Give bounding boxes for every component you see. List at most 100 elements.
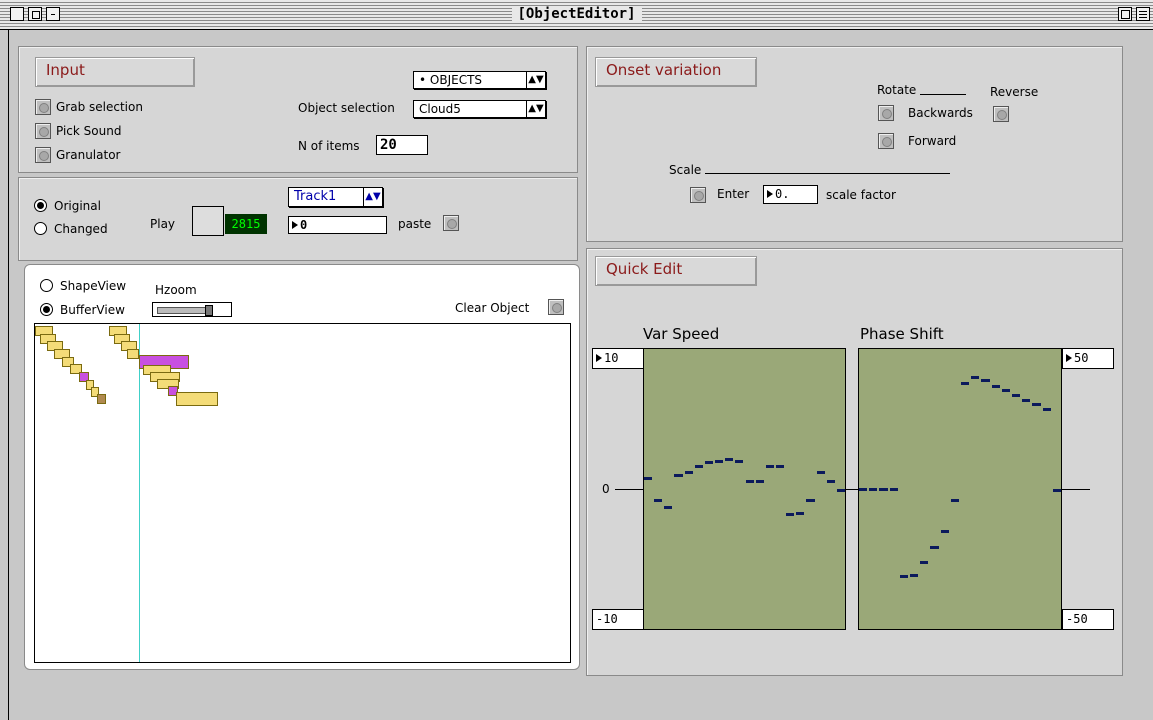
enter-button[interactable] (690, 187, 706, 203)
phase-shift-segment[interactable] (930, 545, 939, 549)
var-speed-segment[interactable] (775, 465, 785, 469)
var-speed-segment[interactable] (654, 499, 663, 503)
title-bar[interactable]: [ObjectEditor] (0, 0, 1153, 30)
var-speed-segment[interactable] (745, 479, 754, 483)
forward-button[interactable] (878, 133, 894, 149)
reverse-button[interactable] (993, 106, 1009, 122)
phase-shift-segment[interactable] (869, 488, 878, 492)
phase-shift-segment[interactable] (991, 385, 1000, 389)
phase-shift-segment[interactable] (971, 376, 980, 380)
updown-arrow-icon: ▲▼ (526, 72, 545, 88)
mode-menu[interactable]: • OBJECTS ▲▼ (413, 71, 546, 89)
var-speed-segment[interactable] (694, 465, 703, 469)
var-speed-segment[interactable] (816, 471, 825, 475)
var-speed-zero-line (615, 489, 645, 490)
var-speed-segment[interactable] (735, 459, 744, 463)
var-speed-segment[interactable] (786, 513, 795, 517)
var-speed-segment[interactable] (644, 476, 653, 480)
var-speed-segment[interactable] (765, 465, 774, 469)
var-speed-segment[interactable] (836, 489, 845, 493)
onset-title: Onset variation (595, 57, 757, 87)
n-items-field[interactable]: 20 (376, 135, 428, 155)
phase-shift-label: Phase Shift (860, 325, 944, 343)
scale-factor-field[interactable]: 0. (763, 185, 818, 204)
scale-underline (705, 173, 950, 174)
track-value-field[interactable]: 0 (288, 216, 387, 234)
var-speed-min-field[interactable]: -10 (592, 609, 644, 630)
object-selection-label: Object selection (298, 101, 395, 115)
buffer-canvas[interactable] (34, 323, 571, 663)
phase-shift-max-field[interactable]: 50 (1062, 348, 1114, 369)
clear-object-button[interactable] (548, 299, 564, 315)
phase-shift-segment[interactable] (1032, 403, 1041, 407)
shapeview-radio[interactable] (40, 279, 53, 292)
play-button[interactable] (192, 206, 224, 236)
var-speed-segment[interactable] (664, 506, 673, 510)
track-value: 0 (300, 218, 308, 232)
updown-arrow-icon: ▲▼ (363, 188, 382, 206)
phase-shift-segment[interactable] (859, 488, 868, 492)
lock-icon[interactable] (28, 7, 42, 21)
close-box-icon[interactable] (10, 7, 24, 21)
var-speed-segment[interactable] (725, 458, 734, 462)
phase-shift-max: 50 (1074, 351, 1089, 365)
var-speed-max: 10 (604, 351, 619, 365)
updown-arrow-icon: ▲▼ (526, 101, 545, 117)
play-counter: 2815 (225, 214, 267, 234)
phase-shift-min-field[interactable]: -50 (1062, 609, 1114, 630)
pick-sound-button[interactable] (35, 123, 51, 139)
scale-factor-label: scale factor (826, 188, 896, 202)
collapse-icon[interactable] (46, 7, 60, 21)
original-label: Original (54, 199, 101, 213)
windowshade-icon[interactable] (1136, 7, 1150, 21)
zoom-box-icon[interactable] (1118, 7, 1132, 21)
phase-shift-segment[interactable] (1012, 393, 1021, 397)
hzoom-track (157, 307, 207, 314)
phase-shift-segment[interactable] (940, 530, 949, 534)
var-speed-segment[interactable] (806, 499, 815, 503)
phase-shift-segment[interactable] (961, 382, 970, 386)
object-selection-menu[interactable]: Cloud5 ▲▼ (413, 100, 546, 118)
var-speed-segment[interactable] (826, 479, 835, 483)
quick-edit-title: Quick Edit (595, 256, 757, 286)
var-speed-marks (643, 348, 846, 630)
backwards-button[interactable] (878, 105, 894, 121)
hzoom-slider[interactable] (152, 302, 232, 317)
var-speed-segment[interactable] (674, 473, 683, 477)
reverse-label: Reverse (990, 85, 1039, 99)
paste-button[interactable] (443, 215, 459, 231)
grab-selection-button[interactable] (35, 99, 51, 115)
phase-shift-segment[interactable] (910, 574, 919, 577)
var-speed-segment[interactable] (684, 471, 693, 475)
var-speed-zero-label: 0 (602, 482, 610, 496)
track-menu[interactable]: Track1 ▲▼ (288, 187, 383, 207)
phase-shift-segment[interactable] (879, 488, 888, 492)
var-speed-segment[interactable] (755, 479, 764, 483)
grain-block[interactable] (176, 392, 218, 406)
phase-shift-segment[interactable] (1052, 488, 1061, 492)
bufferview-label: BufferView (60, 303, 125, 317)
bufferview-radio[interactable] (40, 303, 53, 316)
grab-selection-label: Grab selection (56, 100, 143, 114)
var-speed-max-field[interactable]: 10 (592, 348, 644, 369)
phase-shift-segment[interactable] (1001, 389, 1010, 393)
original-radio[interactable] (34, 199, 47, 212)
phase-shift-segment[interactable] (1042, 407, 1051, 411)
var-speed-segment[interactable] (796, 511, 805, 515)
phase-shift-segment[interactable] (950, 499, 959, 503)
grain-block[interactable] (97, 394, 106, 404)
var-speed-segment[interactable] (704, 461, 714, 465)
phase-shift-segment[interactable] (889, 488, 898, 492)
phase-shift-segment[interactable] (899, 575, 908, 579)
playhead-cursor[interactable] (139, 324, 140, 662)
var-speed-segment[interactable] (715, 459, 724, 463)
n-items-label: N of items (298, 139, 360, 153)
grain-block[interactable] (127, 349, 139, 359)
mode-menu-value: • OBJECTS (419, 73, 483, 87)
phase-shift-segment[interactable] (1022, 399, 1031, 403)
changed-radio[interactable] (34, 222, 47, 235)
granulator-button[interactable] (35, 147, 51, 163)
phase-shift-segment[interactable] (981, 379, 990, 383)
phase-shift-segment[interactable] (920, 561, 929, 565)
hzoom-handle[interactable] (205, 305, 213, 316)
